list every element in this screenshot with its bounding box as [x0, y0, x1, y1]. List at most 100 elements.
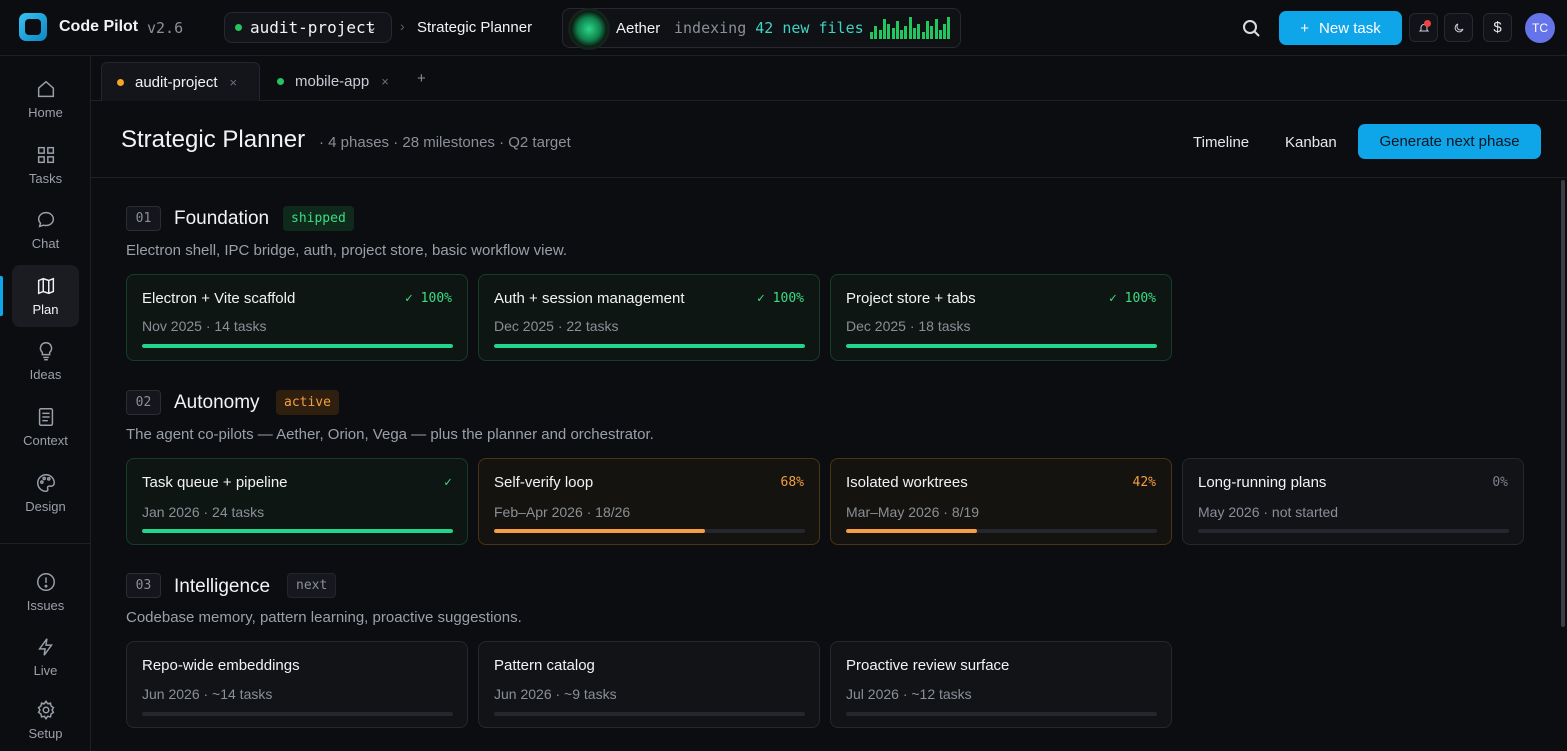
milestone-progress-label: ✓ 100% [1109, 291, 1156, 306]
agent-status-widget[interactable]: Aether indexing 42 new files [562, 8, 961, 48]
milestone-card[interactable]: Electron + Vite scaffold ✓ 100% Nov 2025… [126, 274, 468, 361]
progress-fill [846, 344, 1157, 348]
progress-fill [494, 344, 805, 348]
breadcrumb-current[interactable]: Strategic Planner [417, 19, 532, 36]
milestone-meta: Jul 2026 · ~12 tasks [846, 686, 972, 702]
progress-track [846, 712, 1157, 716]
agent-orb-icon [571, 11, 607, 47]
billing-button[interactable]: $ [1483, 13, 1512, 42]
phase-title: Intelligence [174, 576, 271, 597]
close-icon[interactable]: × [230, 75, 238, 90]
milestone-title: Task queue + pipeline [142, 474, 288, 491]
sidebar-item-context[interactable]: Context [12, 396, 79, 458]
search-icon [1243, 20, 1260, 37]
new-task-button[interactable]: + New task [1279, 11, 1402, 45]
progress-track [494, 344, 805, 348]
phase-title: Autonomy [174, 392, 260, 413]
project-status-dot [235, 24, 242, 31]
sidebar-item-label: Issues [26, 598, 65, 613]
status-badge: shipped [283, 206, 354, 231]
view-kanban-button[interactable]: Kanban [1285, 134, 1337, 151]
theme-toggle-button[interactable] [1444, 13, 1473, 42]
phase-number: 02 [126, 390, 161, 415]
milestone-card[interactable]: Task queue + pipeline ✓ Jan 2026 · 24 ta… [126, 458, 468, 545]
chat-icon [37, 211, 54, 228]
tab-mobile-app[interactable]: mobile-app × [277, 62, 407, 101]
milestone-progress-label: ✓ 100% [405, 291, 452, 306]
activity-bar [887, 24, 891, 39]
gear-icon [37, 700, 54, 720]
milestone-meta: Dec 2025 · 22 tasks [494, 318, 619, 334]
milestone-title: Repo-wide embeddings [142, 657, 300, 674]
sidebar-item-plan[interactable]: Plan [12, 265, 79, 327]
project-selector[interactable]: audit-project ⌄ [224, 12, 392, 43]
project-tab-bar: audit-project × mobile-app × + [91, 56, 1567, 101]
milestone-progress-label: ✓ [444, 475, 452, 490]
milestone-card[interactable]: Auth + session management ✓ 100% Dec 202… [478, 274, 820, 361]
scrollbar[interactable] [1561, 180, 1565, 627]
app-version: v2.6 [147, 19, 184, 37]
sidebar-item-live[interactable]: Live [12, 626, 79, 688]
status-badge: next [287, 573, 337, 598]
milestone-title: Electron + Vite scaffold [142, 290, 296, 307]
activity-bar [938, 30, 942, 39]
milestone-card[interactable]: Proactive review surface Jul 2026 · ~12 … [830, 641, 1172, 728]
agent-name: Aether [616, 20, 661, 37]
activity-bar [895, 21, 899, 39]
sidebar-item-label: Design [25, 499, 66, 514]
sidebar-item-label: Ideas [29, 367, 62, 382]
milestone-progress-label: 0% [1492, 475, 1508, 490]
milestone-meta: Mar–May 2026 · 8/19 [846, 504, 980, 520]
milestone-title: Proactive review surface [846, 657, 1010, 674]
tab-audit-project[interactable]: audit-project × [101, 62, 260, 101]
sidebar-item-chat[interactable]: Chat [12, 199, 79, 261]
progress-fill [142, 344, 453, 348]
add-tab-button[interactable]: + [417, 70, 426, 87]
avatar[interactable]: TC [1525, 13, 1555, 43]
sidebar-item-design[interactable]: Design [12, 462, 79, 524]
phase-title: Foundation [174, 208, 270, 229]
activity-bar [870, 32, 873, 39]
map-icon [37, 277, 54, 295]
sidebar-item-ideas[interactable]: Ideas [12, 330, 79, 392]
search-button[interactable] [1239, 16, 1263, 40]
milestone-progress-label: 42% [1132, 475, 1156, 490]
notifications-button[interactable] [1409, 13, 1438, 42]
sidebar-item-setup[interactable]: Setup [12, 689, 79, 751]
progress-track [142, 529, 453, 533]
sidebar-item-home[interactable]: Home [12, 68, 79, 130]
agent-status-text: indexing 42 new files [674, 19, 864, 37]
close-icon[interactable]: × [381, 74, 389, 89]
milestone-card[interactable]: Pattern catalog Jun 2026 · ~9 tasks [478, 641, 820, 728]
generate-next-phase-button[interactable]: Generate next phase [1358, 124, 1541, 159]
milestone-card[interactable]: Repo-wide embeddings Jun 2026 · ~14 task… [126, 641, 468, 728]
activity-bar [900, 30, 904, 39]
phase-description: The agent co-pilots — Aether, Orion, Veg… [126, 426, 654, 443]
milestone-card[interactable]: Long-running plans 0% May 2026 · not sta… [1182, 458, 1524, 545]
tab-label: mobile-app [295, 73, 370, 90]
app-logo[interactable] [19, 13, 47, 41]
tab-status-dot [117, 78, 124, 86]
sidebar-item-issues[interactable]: Issues [12, 561, 79, 623]
activity-bar [913, 28, 916, 39]
sidebar-item-label: Home [28, 105, 63, 120]
breadcrumb-separator-icon: › [400, 18, 405, 34]
sidebar-item-label: Plan [32, 302, 59, 317]
activity-bar [943, 24, 947, 39]
view-timeline-button[interactable]: Timeline [1193, 134, 1249, 151]
milestone-card[interactable]: Project store + tabs ✓ 100% Dec 2025 · 1… [830, 274, 1172, 361]
moon-icon [1454, 23, 1463, 32]
milestone-card[interactable]: Isolated worktrees 42% Mar–May 2026 · 8/… [830, 458, 1172, 545]
chevron-down-icon: ⌄ [366, 20, 377, 34]
page-meta: · 4 phases · 28 milestones · Q2 target [319, 134, 571, 151]
progress-fill [846, 529, 977, 533]
progress-track [142, 712, 453, 716]
sidebar-item-tasks[interactable]: Tasks [12, 134, 79, 196]
agent-activity-bars [870, 17, 952, 39]
sidebar-divider [0, 543, 90, 544]
milestone-meta: Nov 2025 · 14 tasks [142, 318, 267, 334]
milestone-card[interactable]: Self-verify loop 68% Feb–Apr 2026 · 18/2… [478, 458, 820, 545]
dollar-icon: $ [1493, 19, 1502, 36]
sidebar-item-label: Tasks [28, 171, 63, 186]
activity-bar [930, 26, 934, 39]
